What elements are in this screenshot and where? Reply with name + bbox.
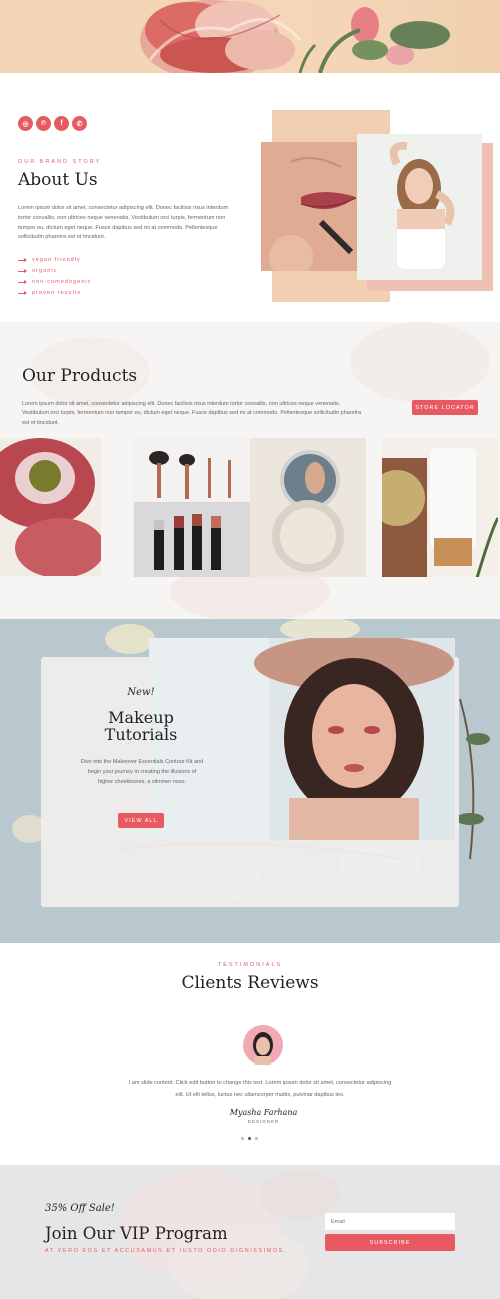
feature-item-vegan: vegan friendly (18, 256, 81, 264)
feature-item-proven-results: proven results (18, 289, 81, 297)
about-body: Lorem ipsum dolor sit amet, consectetur … (18, 205, 229, 241)
new-tag: New! (127, 687, 155, 698)
view-all-button[interactable]: VIEW ALL (118, 813, 164, 828)
subscribe-button[interactable]: SUBSCRIBE (325, 1234, 455, 1251)
store-locator-button[interactable]: STORE LOCATOR (412, 400, 478, 415)
testimonial-quote: I am slide content. Click edit button to… (128, 1080, 392, 1098)
feature-item-non-comedogenic: non-comedogenic (18, 278, 91, 286)
testimonials-section: TESTIMONIALS Clients Reviews I am slide … (0, 943, 500, 1165)
product-flower-image (0, 438, 101, 576)
product-compact-image (250, 438, 366, 577)
products-section: Our Products Lorem ipsum dolor sit amet,… (0, 322, 500, 619)
lips-photo (261, 142, 361, 271)
hero-banner (0, 0, 500, 73)
arrow-right-icon (18, 290, 27, 295)
reviewer-role: DESIGNER (247, 1119, 280, 1124)
about-title: About Us (18, 170, 98, 190)
testimonials-title: Clients Reviews (181, 973, 319, 993)
about-section: ◎ ℗ f ✆ OUR BRAND STORY About Us Lorem i… (0, 73, 500, 322)
vip-title: Join Our VIP Program (45, 1224, 228, 1243)
whatsapp-icon[interactable]: ✆ (72, 116, 87, 131)
instagram-icon[interactable]: ◎ (18, 116, 33, 131)
product-cream-image (382, 438, 498, 577)
testimonials-eyebrow: TESTIMONIALS (217, 962, 283, 968)
model-photo (357, 134, 482, 280)
feature-item-organic: organic (18, 267, 57, 275)
arrow-right-icon (18, 257, 27, 262)
slider-dot[interactable] (255, 1137, 258, 1140)
slider-dot-active[interactable] (248, 1137, 251, 1140)
products-title: Our Products (22, 366, 138, 386)
arrow-right-icon (18, 268, 27, 273)
facebook-icon[interactable]: f (54, 116, 69, 131)
pinterest-icon[interactable]: ℗ (36, 116, 51, 131)
peony-flower-image (140, 0, 450, 73)
products-body: Lorem ipsum dolor sit amet, consectetur … (22, 401, 362, 426)
vip-subtitle: AT VERO EOS ET ACCUSAMUS ET IUSTO ODIO D… (45, 1248, 287, 1254)
avatar (243, 1025, 283, 1065)
tutorials-body: Dive into the Makeover Essentials Contou… (80, 759, 204, 785)
tutorials-section: New! Makeup Tutorials Dive into the Make… (0, 619, 500, 943)
product-brushes-image (134, 438, 250, 577)
about-eyebrow: OUR BRAND STORY (18, 159, 102, 165)
slider-dot[interactable] (241, 1137, 244, 1140)
arrow-right-icon (18, 279, 27, 284)
tutorials-title: Makeup Tutorials (104, 708, 178, 744)
sale-tag: 35% Off Sale! (45, 1203, 115, 1214)
vip-section: 35% Off Sale! Join Our VIP Program AT VE… (0, 1165, 500, 1299)
email-input[interactable] (325, 1213, 455, 1230)
slider-dots (241, 1137, 258, 1140)
reviewer-name: Myasha Farhana (229, 1108, 298, 1117)
